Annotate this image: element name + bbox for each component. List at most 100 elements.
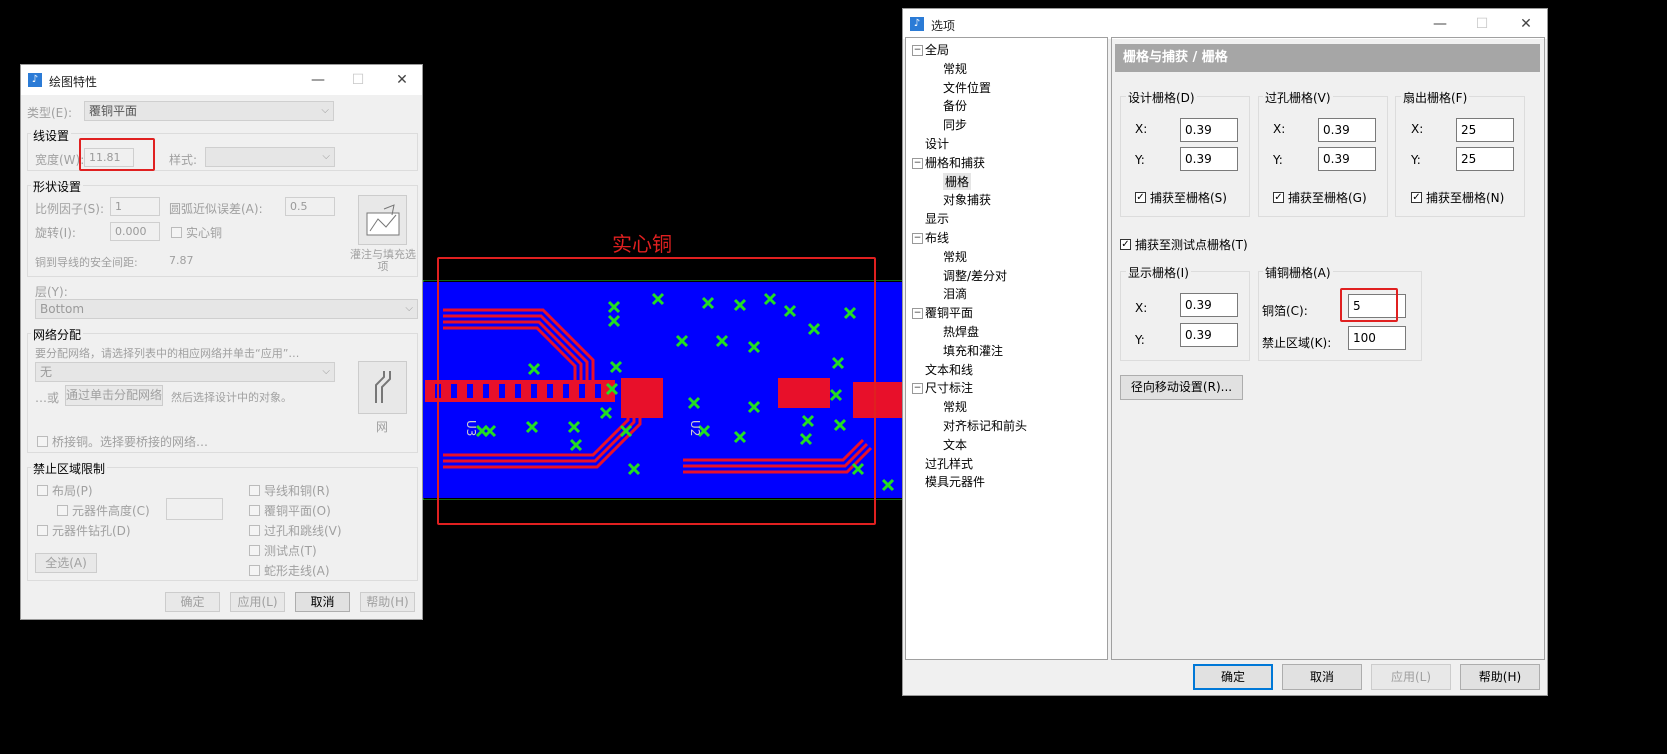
tree-item[interactable]: 覆铜平面 [925, 304, 973, 321]
tree-expander-icon[interactable]: − [912, 383, 923, 395]
scale-label: 比例因子(S): [35, 202, 105, 216]
tree-item[interactable]: 文本和线 [925, 361, 973, 378]
ok-button[interactable]: 确定 [1193, 664, 1273, 690]
layer-label: 层(Y): [35, 285, 68, 299]
app-icon: ♪ [28, 73, 42, 87]
tree-item[interactable]: 对象捕获 [943, 191, 991, 208]
via-grid-x-label: X: [1273, 122, 1286, 136]
title-bar[interactable]: ♪ 选项 — ☐ ✕ [903, 9, 1547, 39]
type-label: 类型(E): [27, 106, 72, 120]
panel-header: 栅格与捕获 / 栅格 [1115, 44, 1540, 72]
tree-item[interactable]: 显示 [925, 210, 949, 227]
tree-expander-icon[interactable]: − [912, 233, 923, 244]
solid-copper-checkbox[interactable]: 实心铜 [171, 224, 222, 241]
tree-item[interactable]: 设计 [925, 135, 949, 152]
close-icon[interactable]: ✕ [1511, 13, 1541, 35]
via-grid-y-input[interactable]: 0.39 [1318, 147, 1376, 171]
copper-grid-keepout-input[interactable]: 100 [1348, 326, 1406, 350]
apply-button[interactable]: 应用(L) [230, 592, 285, 612]
net-select[interactable]: 无 ⌵ [35, 362, 335, 382]
tree-expander-icon[interactable]: − [912, 45, 923, 56]
help-button[interactable]: 帮助(H) [360, 592, 415, 612]
minimize-icon[interactable]: — [303, 69, 333, 91]
type-select[interactable]: 覆铜平面 ⌵ [84, 101, 334, 121]
help-button[interactable]: 帮助(H) [1460, 664, 1540, 690]
apply-button[interactable]: 应用(L) [1371, 664, 1451, 690]
design-grid-x-input[interactable]: 0.39 [1180, 118, 1238, 142]
cancel-button[interactable]: 取消 [1282, 664, 1362, 690]
tree-item[interactable]: 模具元器件 [925, 473, 985, 490]
chevron-down-icon: ⌵ [322, 151, 330, 162]
fanout-grid-y-input[interactable]: 25 [1456, 147, 1514, 171]
maximize-icon[interactable]: ☐ [343, 69, 373, 91]
layer-select[interactable]: Bottom ⌵ [35, 299, 418, 319]
tree-item[interactable]: 尺寸标注 [925, 379, 973, 396]
maximize-icon[interactable]: ☐ [1467, 13, 1497, 35]
tree-item[interactable]: 泪滴 [943, 285, 967, 302]
tree-item[interactable]: 热焊盘 [943, 323, 979, 340]
tree-item[interactable]: 填充和灌注 [943, 342, 1003, 359]
width-label: 宽度(W): [35, 153, 85, 167]
close-icon[interactable]: ✕ [387, 69, 417, 91]
test-points-checkbox[interactable]: 测试点(T) [249, 542, 317, 559]
vias-jumpers-checkbox[interactable]: 过孔和跳线(V) [249, 522, 342, 539]
title-bar[interactable]: ♪ 绘图特性 — ☐ ✕ [21, 65, 422, 95]
tree-item[interactable]: 常规 [943, 248, 967, 265]
minimize-icon[interactable]: — [1425, 13, 1455, 35]
net-button-label: 网 [376, 420, 389, 434]
fanout-grid-x-input[interactable]: 25 [1456, 118, 1514, 142]
tree-item[interactable]: 常规 [943, 60, 967, 77]
tree-item[interactable]: 栅格和捕获 [925, 154, 985, 171]
traces-copper-checkbox[interactable]: 导线和铜(R) [249, 482, 330, 499]
tree-item[interactable]: 布线 [925, 229, 949, 246]
tree-item[interactable]: 文本 [943, 436, 967, 453]
design-grid-y-input[interactable]: 0.39 [1180, 147, 1238, 171]
tree-item[interactable]: 文件位置 [943, 79, 991, 96]
style-select[interactable]: ⌵ [205, 147, 335, 167]
net-button[interactable] [358, 361, 407, 414]
fanout-grid-snap-checkbox[interactable]: ✓ 捕获至栅格(N) [1411, 189, 1504, 206]
rotation-input[interactable]: 0.000 [110, 222, 160, 241]
solid-copper-highlight-box [437, 257, 876, 525]
placement-checkbox[interactable]: 布局(P) [37, 482, 93, 499]
display-grid-x-label: X: [1135, 301, 1148, 315]
fill-options-button[interactable] [358, 195, 407, 245]
copper-plane-checkbox[interactable]: 覆铜平面(O) [249, 502, 331, 519]
design-grid-x-label: X: [1135, 122, 1148, 136]
scale-input[interactable]: 1 [110, 197, 160, 216]
tree-item[interactable]: 常规 [943, 398, 967, 415]
tree-expander-icon[interactable]: − [912, 157, 923, 169]
select-all-button[interactable]: 全选(A) [35, 553, 97, 573]
via-grid-snap-checkbox[interactable]: ✓ 捕获至栅格(G) [1273, 189, 1367, 206]
net-assign-label: 网络分配 [31, 326, 84, 343]
component-height-checkbox[interactable]: 元器件高度(C) [57, 502, 150, 519]
snap-testpoint-checkbox[interactable]: ✓ 捕获至测试点栅格(T) [1120, 236, 1248, 253]
tree-item[interactable]: 同步 [943, 116, 967, 133]
serpentine-checkbox[interactable]: 蛇形走线(A) [249, 562, 330, 579]
tree-item[interactable]: 调整/差分对 [943, 267, 1007, 284]
tree-item[interactable]: 过孔样式 [925, 455, 973, 472]
click-assign-net-button[interactable]: 通过单击分配网络 [65, 385, 163, 406]
shape-settings-label: 形状设置 [31, 178, 84, 195]
arc-error-input[interactable]: 0.5 [285, 197, 335, 216]
chevron-down-icon: ⌵ [321, 105, 329, 116]
display-grid-x-input[interactable]: 0.39 [1180, 293, 1238, 317]
component-drill-checkbox[interactable]: 元器件钻孔(D) [37, 522, 131, 539]
tree-expander-icon[interactable]: − [912, 308, 923, 320]
ok-button[interactable]: 确定 [165, 592, 220, 612]
radial-move-settings-button[interactable]: 径向移动设置(R)... [1120, 375, 1243, 400]
design-grid-snap-checkbox[interactable]: ✓ 捕获至栅格(S) [1135, 189, 1227, 206]
display-grid-y-input[interactable]: 0.39 [1180, 323, 1238, 347]
via-grid-x-input[interactable]: 0.39 [1318, 118, 1376, 142]
tree-item[interactable]: 对齐标记和前头 [943, 417, 1027, 434]
arc-error-label: 圆弧近似误差(A): [169, 202, 263, 216]
component-height-input[interactable] [166, 498, 223, 520]
tree-item[interactable]: 全局 [925, 41, 949, 58]
tree-item[interactable]: 栅格 [943, 172, 972, 190]
options-tree[interactable] [905, 37, 1108, 660]
pcb-annotation-label: 实心铜 [612, 232, 672, 256]
cancel-button[interactable]: 取消 [295, 592, 350, 612]
or-text: …或 [35, 391, 60, 405]
tree-item[interactable]: 备份 [943, 97, 967, 114]
bridge-copper-checkbox[interactable]: 桥接铜。选择要桥接的网络… [37, 433, 208, 450]
